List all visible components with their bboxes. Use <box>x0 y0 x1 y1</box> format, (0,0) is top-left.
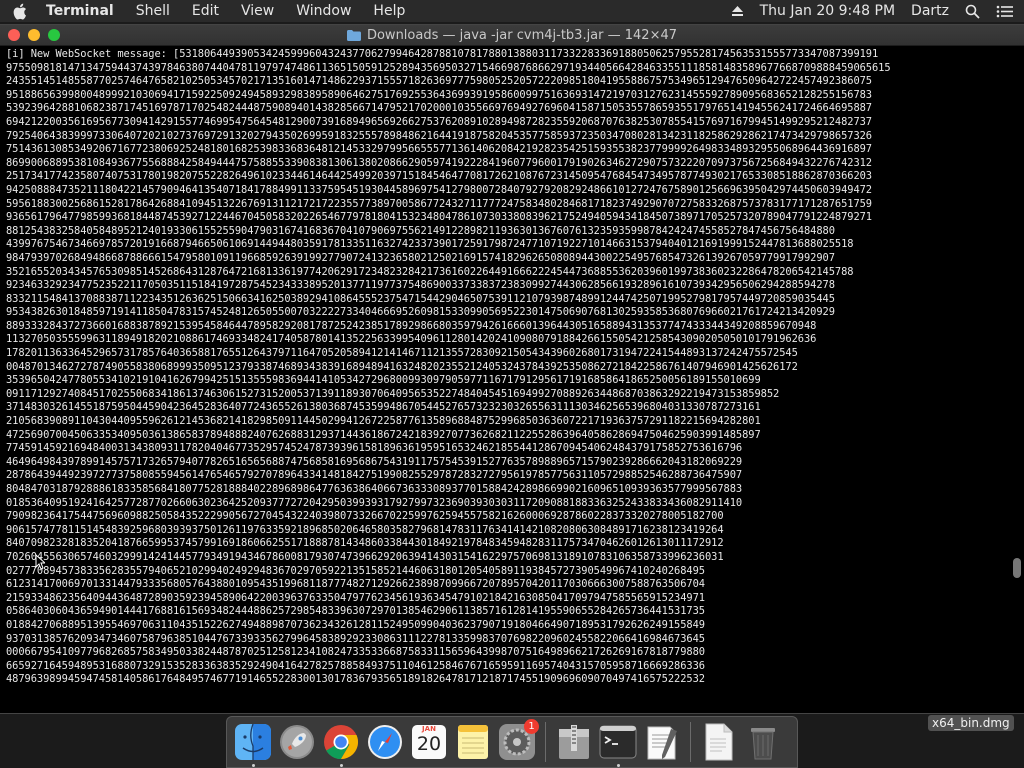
dock-notes[interactable] <box>453 722 493 762</box>
status-area: Thu Jan 20 9:48 PM Dartz <box>731 3 1014 19</box>
menu-app-terminal[interactable]: Terminal <box>46 3 114 19</box>
window-title-group: Downloads — java -jar cvm4j-tb3.jar — 14… <box>0 28 1024 43</box>
window-titlebar[interactable]: Downloads — java -jar cvm4j-tb3.jar — 14… <box>0 25 1024 46</box>
terminal-window: Downloads — java -jar cvm4j-tb3.jar — 14… <box>0 25 1024 713</box>
clock[interactable]: Thu Jan 20 9:48 PM <box>760 3 895 19</box>
folder-icon <box>346 29 361 41</box>
archive-box-icon <box>559 725 589 759</box>
dock-separator <box>545 722 546 762</box>
document-icon <box>705 723 733 761</box>
dock-safari[interactable] <box>365 722 405 762</box>
notification-badge: 1 <box>524 719 539 734</box>
scrollbar-thumb[interactable] <box>1013 558 1021 578</box>
dock-trash[interactable] <box>743 722 783 762</box>
dock-calendar[interactable]: JAN 20 <box>409 722 449 762</box>
dock-separator <box>690 722 691 762</box>
user-name[interactable]: Dartz <box>911 3 949 19</box>
calendar-month: JAN <box>422 725 436 733</box>
menu-shell[interactable]: Shell <box>136 3 170 19</box>
window-title: Downloads — java -jar cvm4j-tb3.jar — 14… <box>366 27 678 43</box>
terminal-icon <box>599 725 637 759</box>
eject-icon[interactable] <box>731 5 744 17</box>
menu-view[interactable]: View <box>241 3 274 19</box>
terminal-content[interactable]: [i] New WebSocket message: [531806449390… <box>0 46 1024 713</box>
running-indicator <box>251 764 255 767</box>
scrollbar[interactable] <box>1013 50 1021 710</box>
chrome-icon <box>324 725 359 759</box>
dock-system-preferences[interactable]: 1 <box>497 719 539 762</box>
finder-icon <box>235 723 271 760</box>
dock-terminal[interactable] <box>598 722 638 767</box>
spotlight-search-icon[interactable] <box>965 4 980 19</box>
dock-archive-utility[interactable] <box>554 722 594 762</box>
calendar-day: 20 <box>416 733 442 755</box>
apple-icon[interactable] <box>10 2 28 20</box>
textedit-pen-icon <box>647 726 677 760</box>
dock-finder[interactable] <box>233 722 273 767</box>
menu-edit[interactable]: Edit <box>192 3 219 19</box>
running-indicator <box>339 764 343 767</box>
notes-icon <box>458 725 488 759</box>
mouse-pointer-icon <box>35 554 45 570</box>
trash-icon <box>751 728 775 760</box>
safari-compass-icon <box>368 725 402 759</box>
dock: JAN 20 1 <box>226 716 798 768</box>
desktop-file-label[interactable]: x64_bin.dmg <box>928 715 1014 731</box>
dock-textedit[interactable] <box>642 722 682 762</box>
menu-window[interactable]: Window <box>296 3 351 19</box>
dock-chrome[interactable] <box>321 722 361 767</box>
terminal-output[interactable]: [i] New WebSocket message: [531806449390… <box>0 46 1012 687</box>
dock-document[interactable] <box>699 722 739 762</box>
launchpad-rocket-icon <box>280 725 314 759</box>
menu-help[interactable]: Help <box>373 3 405 19</box>
running-indicator <box>616 764 620 767</box>
menu-bar: Terminal Shell Edit View Window Help Thu… <box>0 0 1024 22</box>
notification-center-icon[interactable] <box>996 5 1014 18</box>
dock-launchpad[interactable] <box>277 722 317 762</box>
